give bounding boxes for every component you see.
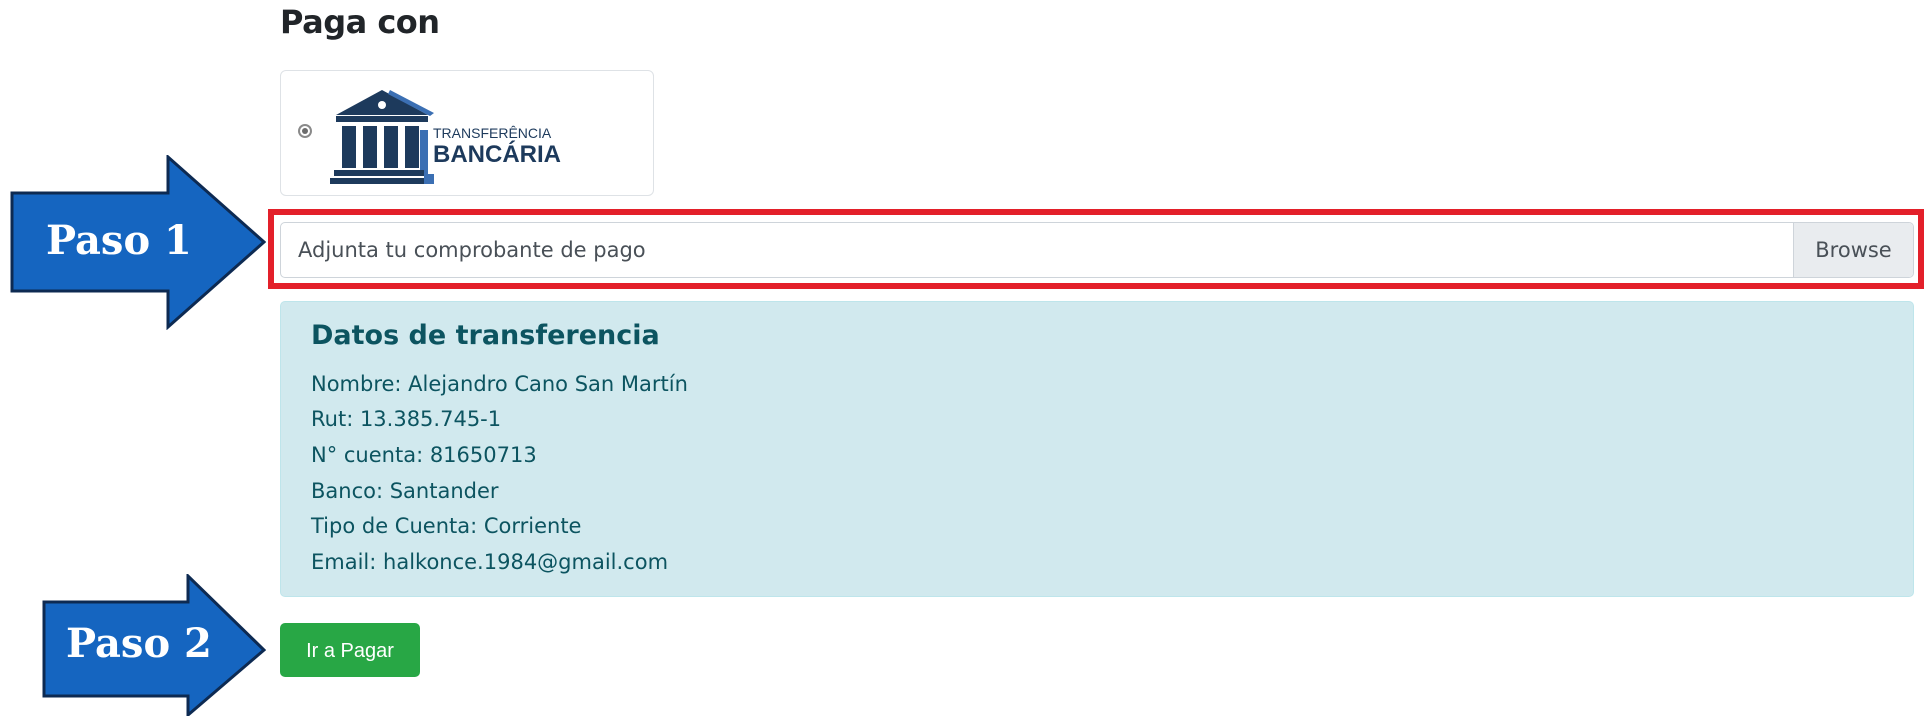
- payment-method-card[interactable]: TRANSFERÊNCIA BANCÁRIA: [280, 70, 654, 196]
- transfer-info-email: Email: halkonce.1984@gmail.com: [311, 550, 669, 574]
- transfer-info-rut: Rut: 13.385.745-1: [311, 407, 502, 431]
- payment-method-radio[interactable]: [298, 124, 312, 138]
- transfer-info-panel: Datos de transferencia Nombre: Alejandro…: [280, 301, 1914, 597]
- step2-label: Paso 2: [66, 620, 212, 667]
- step1-label: Paso 1: [46, 217, 192, 264]
- file-input-placeholder: Adjunta tu comprobante de pago: [298, 238, 646, 262]
- browse-button[interactable]: Browse: [1793, 223, 1913, 277]
- transfer-info-title: Datos de transferencia: [311, 320, 660, 351]
- bank-icon: [330, 90, 434, 184]
- transfer-info-account: N° cuenta: 81650713: [311, 443, 537, 467]
- pay-button[interactable]: Ir a Pagar: [280, 623, 420, 677]
- transfer-info-account-type: Tipo de Cuenta: Corriente: [311, 514, 582, 538]
- payment-method-label-bottom: BANCÁRIA: [433, 141, 561, 168]
- receipt-file-input[interactable]: Adjunta tu comprobante de pago Browse: [280, 222, 1914, 278]
- transfer-info-name: Nombre: Alejandro Cano San Martín: [311, 372, 688, 396]
- page-title: Paga con: [280, 3, 440, 41]
- transfer-info-bank: Banco: Santander: [311, 479, 499, 503]
- payment-method-label-top: TRANSFERÊNCIA: [433, 125, 552, 141]
